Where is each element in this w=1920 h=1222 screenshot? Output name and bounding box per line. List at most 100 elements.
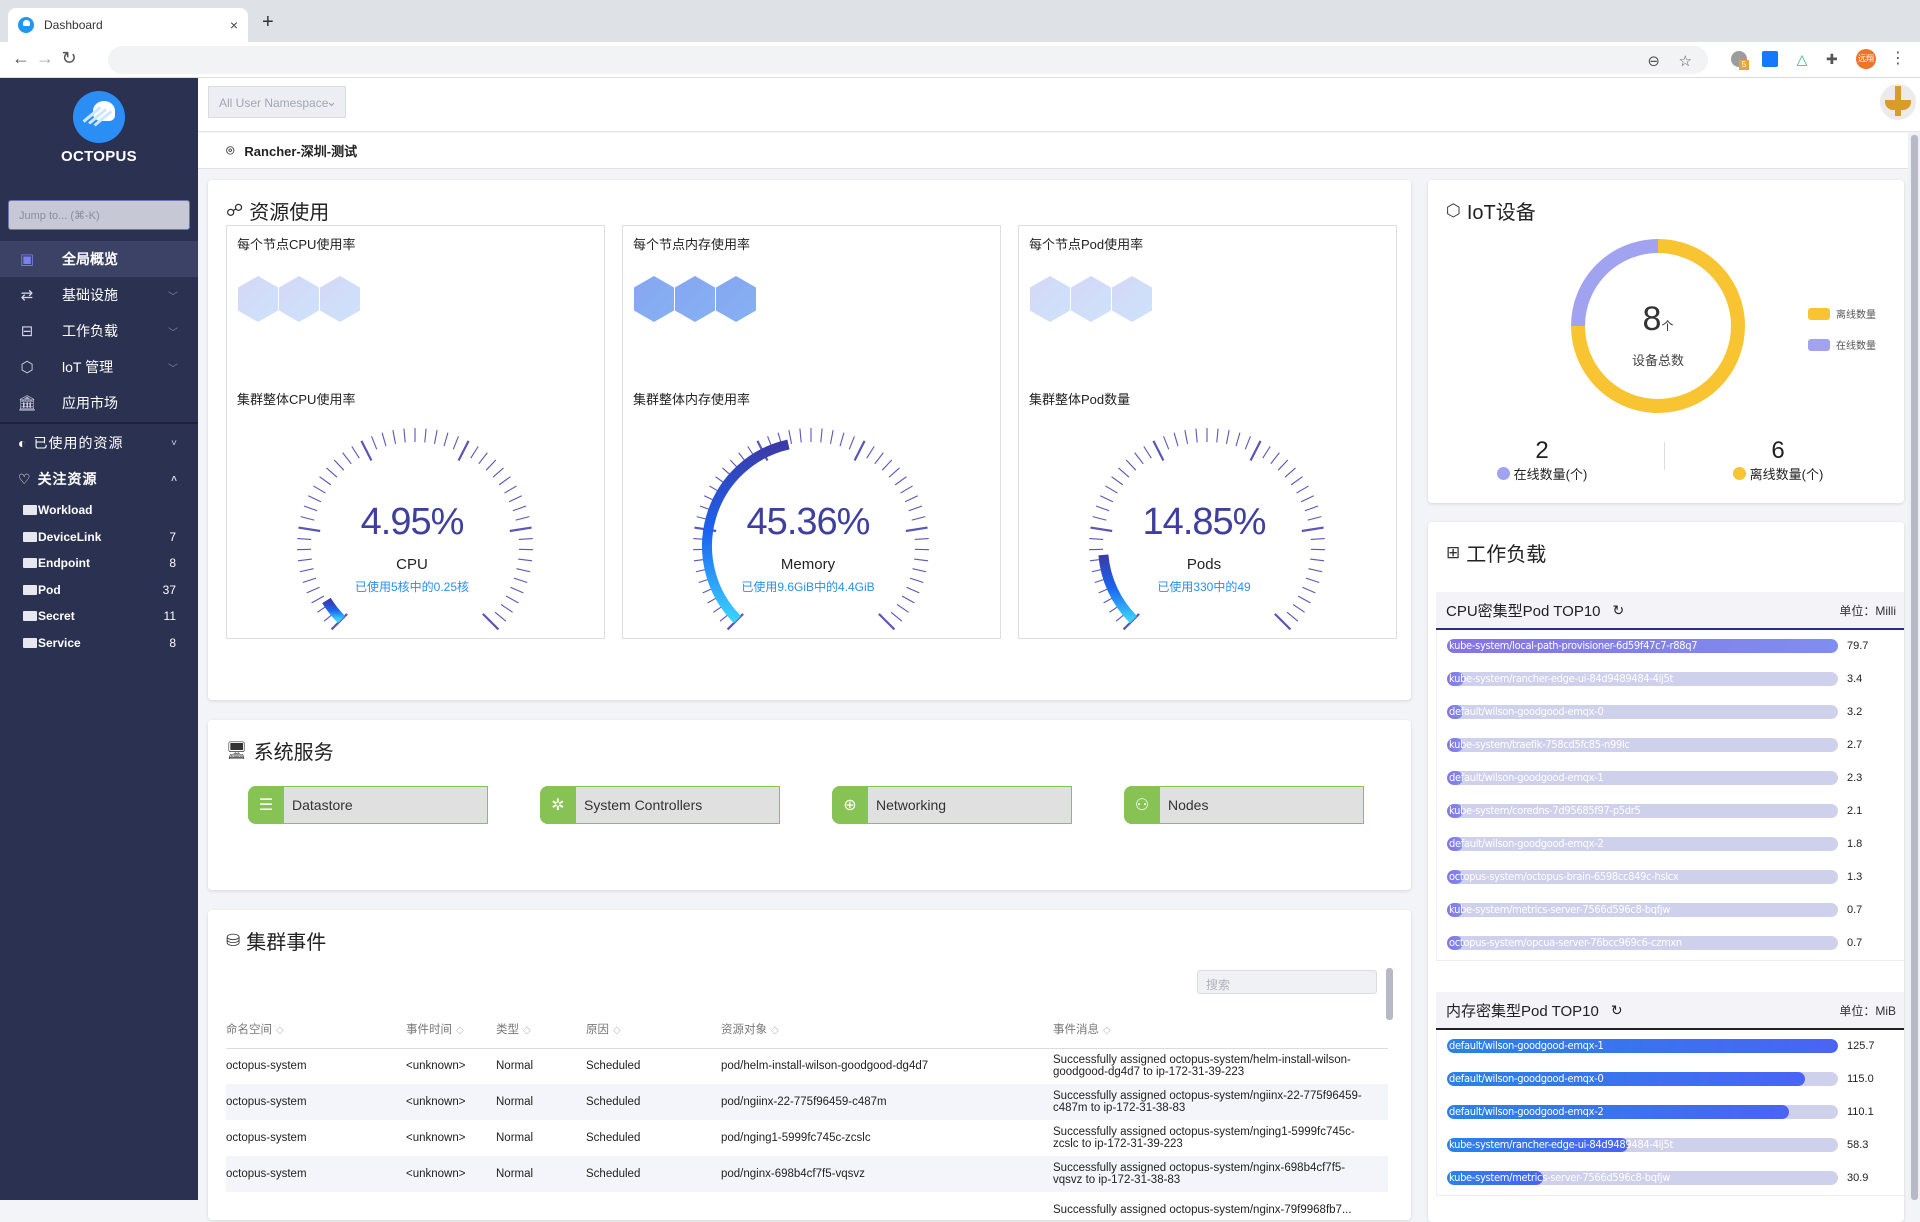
legend-offline[interactable]: 离线数量	[1808, 298, 1876, 329]
node-hex[interactable]	[279, 276, 319, 322]
node-hex[interactable]	[1112, 276, 1152, 322]
service-nodes[interactable]: ⚇Nodes	[1124, 786, 1364, 824]
jump-to-input[interactable]: Jump to... (⌘-K)	[8, 200, 190, 230]
sort-icon[interactable]: ◇	[613, 1025, 621, 1036]
pod-bar-row[interactable]: default/wilson-goodgood-emqx-1125.7	[1437, 1030, 1904, 1063]
sort-icon[interactable]: ◇	[1103, 1025, 1111, 1036]
favorite-item-endpoint[interactable]: Endpoint8	[0, 550, 198, 577]
pod-bar-row[interactable]: default/wilson-goodgood-emqx-03.2	[1437, 696, 1904, 729]
cluster-name: Rancher-深圳-测试	[244, 141, 357, 160]
pod-bar-row[interactable]: default/wilson-goodgood-emqx-2110.1	[1437, 1096, 1904, 1129]
node-hex[interactable]	[675, 276, 715, 322]
service-networking[interactable]: ⊕Networking	[832, 786, 1072, 824]
pod-bar-row[interactable]: kube-system/metrics-server-7566d596c8-bq…	[1437, 1162, 1904, 1195]
pod-bar-row[interactable]: kube-system/metrics-server-7566d596c8-bq…	[1437, 894, 1904, 927]
back-icon[interactable]: ←	[10, 48, 32, 69]
gauge-tick	[897, 604, 909, 612]
gauge-tick	[404, 429, 405, 443]
event-row[interactable]: Successfully assigned octopus-system/ngi…	[226, 1192, 1388, 1220]
column-header[interactable]: 事件消息◇	[1053, 1010, 1388, 1048]
column-header[interactable]: 原因◇	[586, 1010, 721, 1048]
pod-bar-row[interactable]: kube-system/coredns-7d95685f97-p5dr52.1	[1437, 795, 1904, 828]
node-hex[interactable]	[634, 276, 674, 322]
node-hex[interactable]	[238, 276, 278, 322]
node-hex[interactable]	[716, 276, 756, 322]
iot-legend: 离线数量 在线数量	[1808, 298, 1876, 360]
pod-bar-row[interactable]: kube-system/traefik-758cd5fc85-n99lc2.7	[1437, 729, 1904, 762]
pod-bar-row[interactable]: kube-system/local-path-provisioner-6d59f…	[1437, 630, 1904, 663]
favorite-item-secret[interactable]: Secret11	[0, 603, 198, 630]
new-tab-button[interactable]: +	[262, 11, 274, 34]
column-header[interactable]: 资源对象◇	[721, 1010, 1053, 1048]
gauge-tick	[902, 596, 914, 603]
legend-online[interactable]: 在线数量	[1808, 329, 1876, 360]
namespace-select[interactable]: All User Namespace ⌄	[208, 86, 346, 118]
sidebar-item-app-market[interactable]: 🏛 应用市场	[0, 385, 198, 421]
sidebar-item-iot[interactable]: ⬡ loT 管理 ﹀	[0, 349, 198, 385]
extensions-puzzle-icon[interactable]: ✚	[1826, 51, 1842, 67]
profile-avatar[interactable]: 远翔	[1856, 49, 1876, 69]
events-search-input[interactable]: 搜索	[1197, 970, 1377, 994]
favorite-name: DeviceLink	[38, 530, 101, 544]
favorites-toggle[interactable]: ♡ 关注资源 ˄	[0, 461, 198, 497]
sidebar-item-infrastructure[interactable]: ⇄ 基础设施 ﹀	[0, 277, 198, 313]
column-header[interactable]: 类型◇	[496, 1010, 586, 1048]
refresh-icon[interactable]: ↻	[1613, 602, 1625, 619]
node-hex[interactable]	[1030, 276, 1070, 322]
gauge-tick	[483, 614, 499, 630]
favorite-item-workload[interactable]: Workload	[0, 497, 198, 524]
pod-bar-row[interactable]: default/wilson-goodgood-emqx-21.8	[1437, 828, 1904, 861]
extension-badge: 5	[1739, 60, 1749, 70]
sort-icon[interactable]: ◇	[523, 1025, 531, 1036]
download-extension-icon[interactable]	[1762, 51, 1778, 67]
reload-icon[interactable]: ↻	[58, 48, 80, 69]
page-scrollbar-thumb[interactable]	[1911, 135, 1918, 1200]
database-icon: ☰	[248, 786, 284, 824]
favorites-list: WorkloadDeviceLink7Endpoint8Pod37Secret1…	[0, 497, 198, 656]
event-reason: Scheduled	[586, 1048, 721, 1084]
forward-icon[interactable]: →	[34, 48, 56, 69]
node-hex[interactable]	[320, 276, 360, 322]
sort-icon[interactable]: ◇	[276, 1025, 284, 1036]
browser-tab[interactable]: Dashboard ×	[8, 8, 248, 42]
refresh-icon[interactable]: ↻	[1611, 1002, 1623, 1019]
heart-icon: ♡	[18, 471, 32, 488]
service-datastore[interactable]: ☰Datastore	[248, 786, 488, 824]
pod-bar-row[interactable]: default/wilson-goodgood-emqx-0115.0	[1437, 1063, 1904, 1096]
event-row[interactable]: octopus-system<unknown>NormalScheduledpo…	[226, 1156, 1388, 1192]
user-avatar[interactable]	[1880, 84, 1916, 120]
event-row[interactable]: octopus-system<unknown>NormalScheduledpo…	[226, 1120, 1388, 1156]
gauge-tick	[1271, 453, 1280, 464]
event-row[interactable]: octopus-system<unknown>NormalScheduledpo…	[226, 1084, 1388, 1120]
favorite-item-service[interactable]: Service8	[0, 630, 198, 657]
pod-bar-row[interactable]: octopus-system/octopus-brain-6598cc849c-…	[1437, 861, 1904, 894]
pod-bar-row[interactable]: kube-system/rancher-edge-ui-84d9489484-4…	[1437, 663, 1904, 696]
pod-bar-row[interactable]: octopus-system/opcua-server-76bcc969c6-c…	[1437, 927, 1904, 960]
address-bar[interactable]: ⊖ ☆	[108, 46, 1708, 74]
event-time: <unknown>	[406, 1084, 496, 1120]
favorite-item-pod[interactable]: Pod37	[0, 577, 198, 604]
pod-bar-row[interactable]: default/wilson-goodgood-emqx-12.3	[1437, 762, 1904, 795]
sort-icon[interactable]: ◇	[771, 1025, 779, 1036]
sort-icon[interactable]: ◇	[456, 1025, 464, 1036]
tab-close-icon[interactable]: ×	[230, 17, 238, 33]
favorite-item-devicelink[interactable]: DeviceLink7	[0, 524, 198, 551]
vue-devtools-icon[interactable]: △	[1794, 51, 1810, 67]
pod-bar-row[interactable]: kube-system/rancher-edge-ui-84d9489484-4…	[1437, 1129, 1904, 1162]
zoom-out-icon[interactable]: ⊖	[1647, 52, 1660, 70]
bookmark-star-icon[interactable]: ☆	[1679, 52, 1692, 70]
event-row[interactable]: octopus-system<unknown>NormalScheduledpo…	[226, 1048, 1388, 1084]
events-table: 命名空间◇事件时间◇类型◇原因◇资源对象◇事件消息◇ octopus-syste…	[226, 1010, 1388, 1220]
sidebar-item-workload[interactable]: ⊟ 工作负载 ﹀	[0, 313, 198, 349]
extension-icon[interactable]: 5	[1731, 51, 1747, 67]
page-scrollbar[interactable]	[1908, 133, 1920, 1200]
sidebar-item-overview[interactable]: ▣ 全局概览	[0, 241, 198, 277]
column-header[interactable]: 命名空间◇	[226, 1010, 406, 1048]
favorite-name: Pod	[38, 583, 61, 597]
gauge-tick	[1174, 433, 1178, 446]
browser-menu-icon[interactable]: ⋮	[1890, 48, 1906, 68]
column-header[interactable]: 事件时间◇	[406, 1010, 496, 1048]
node-hex[interactable]	[1071, 276, 1111, 322]
used-resources-toggle[interactable]: ◐ 已使用的资源 ˅	[0, 425, 198, 461]
service-system-controllers[interactable]: ✲System Controllers	[540, 786, 780, 824]
